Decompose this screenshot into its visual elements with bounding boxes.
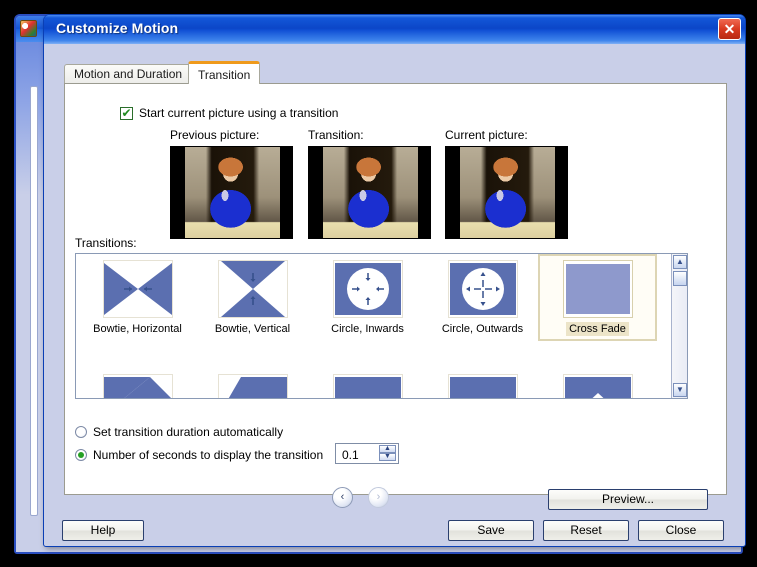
save-button-label: Save [477, 523, 505, 537]
save-button[interactable]: Save [448, 520, 534, 541]
dialog-title: Customize Motion [56, 20, 179, 36]
bar-up-icon [447, 374, 518, 398]
transitions-label: Transitions: [75, 236, 137, 250]
preview-previous: Previous picture: [170, 128, 293, 239]
transition-item-circle-inwards[interactable]: Circle, Inwards [310, 260, 425, 337]
help-button-label: Help [90, 523, 116, 537]
preview-transition: Transition: [308, 128, 431, 239]
spinner-increment-button[interactable]: ▲ [379, 445, 396, 453]
transition-item-row2-3[interactable]: bar-down-icon [310, 374, 425, 398]
transition-panel: Start current picture using a transition… [64, 83, 727, 495]
transition-item-bowtie-vertical[interactable]: Bowtie, Vertical [195, 260, 310, 337]
start-with-transition-checkbox[interactable] [120, 106, 133, 120]
photo-image [323, 147, 418, 238]
chevron-up-icon: ▲ [384, 445, 391, 452]
manual-duration-label: Number of seconds to display the transit… [93, 448, 324, 462]
close-button[interactable]: Close [638, 520, 724, 541]
transition-name: Cross Fade [566, 322, 629, 336]
help-button[interactable]: Help [62, 520, 144, 541]
close-icon: ✕ [723, 21, 736, 37]
transitions-list[interactable]: Bowtie, Horizontal Bowtie, Vertical Circ… [75, 253, 688, 399]
transition-item-row2-4[interactable]: bar-up-icon [425, 374, 540, 398]
chevron-right-icon: › [376, 491, 381, 503]
app-icon [20, 20, 37, 37]
screen: ✕ Customize Motion ✕ Motion and Duration… [0, 0, 757, 567]
background-left-pane [30, 86, 38, 516]
seconds-input[interactable] [340, 444, 380, 465]
scroll-up-button[interactable]: ▲ [673, 255, 687, 269]
transition-item-circle-outwards[interactable]: Circle, Outwards [425, 260, 540, 337]
preview-thumbnail [308, 146, 431, 239]
bowtie-vertical-icon [217, 260, 288, 318]
preview-caption: Previous picture: [170, 128, 260, 142]
chevron-down-icon: ▼ [384, 453, 391, 460]
start-with-transition-row[interactable]: Start current picture using a transition [120, 106, 338, 120]
close-button-label: Close [665, 523, 697, 537]
scroll-down-button[interactable]: ▼ [673, 383, 687, 397]
preview-thumbnail [445, 146, 568, 239]
preview-button[interactable]: Preview... [548, 489, 708, 510]
spinner-buttons: ▲ ▼ [379, 445, 396, 462]
preview-caption: Current picture: [445, 128, 528, 142]
diagonal-box-down-icon [102, 374, 173, 398]
preview-thumbnail [170, 146, 293, 239]
transition-name: Circle, Inwards [331, 323, 404, 335]
start-with-transition-label: Start current picture using a transition [139, 106, 339, 120]
circle-inwards-icon [332, 260, 403, 318]
transition-item-cross-fade[interactable]: Cross Fade [538, 254, 657, 341]
manual-duration-row[interactable]: Number of seconds to display the transit… [75, 443, 399, 465]
transition-item-row2-2[interactable]: diagonal-box-up-icon [195, 374, 310, 398]
transition-name: Bowtie, Horizontal [93, 323, 182, 335]
preview-current: Current picture: [445, 128, 568, 239]
bowtie-horizontal-icon [102, 260, 173, 318]
tab-motion-and-duration[interactable]: Motion and Duration [64, 64, 193, 83]
manual-duration-radio[interactable] [75, 449, 87, 461]
seconds-spinner[interactable]: ▲ ▼ [335, 443, 399, 465]
photo-image [185, 147, 280, 238]
dialog-titlebar[interactable]: Customize Motion ✕ [44, 15, 745, 44]
transition-name: Bowtie, Vertical [214, 323, 291, 335]
tab-transition[interactable]: Transition [188, 61, 261, 84]
reset-button-label: Reset [570, 523, 602, 537]
auto-duration-label: Set transition duration automatically [93, 425, 284, 439]
transitions-scrollbar[interactable]: ▲ ▼ [671, 254, 687, 398]
tab-label: Motion and Duration [74, 67, 183, 81]
spinner-decrement-button[interactable]: ▼ [379, 453, 396, 461]
transition-item-row2-1[interactable]: diagonal-box-down-icon [80, 374, 195, 398]
transition-item-bowtie-horizontal[interactable]: Bowtie, Horizontal [80, 260, 195, 337]
circle-outwards-icon [447, 260, 518, 318]
next-picture-button[interactable]: › [368, 487, 389, 508]
scrollbar-thumb[interactable] [673, 271, 687, 286]
previous-picture-button[interactable]: ‹ [332, 487, 353, 508]
preview-caption: Transition: [308, 128, 364, 142]
customize-motion-dialog: Customize Motion ✕ Motion and Duration T… [43, 14, 746, 547]
diagonal-box-up-icon [217, 374, 288, 398]
bar-down-icon [332, 374, 403, 398]
auto-duration-row[interactable]: Set transition duration automatically [75, 425, 283, 439]
chevron-left-icon: ‹ [340, 491, 345, 503]
tab-label: Transition [198, 68, 251, 82]
transition-item-row2-5[interactable]: chevron-down-icon [540, 374, 655, 398]
chevron-down-icon: ▼ [676, 385, 684, 394]
auto-duration-radio[interactable] [75, 426, 87, 438]
reset-button[interactable]: Reset [543, 520, 629, 541]
preview-button-label: Preview... [601, 492, 655, 506]
chevron-down-icon [562, 374, 633, 398]
chevron-up-icon: ▲ [676, 257, 684, 266]
photo-image [460, 147, 555, 238]
transition-name: Circle, Outwards [441, 323, 524, 335]
dialog-close-button[interactable]: ✕ [718, 18, 741, 40]
cross-fade-icon [562, 260, 633, 318]
